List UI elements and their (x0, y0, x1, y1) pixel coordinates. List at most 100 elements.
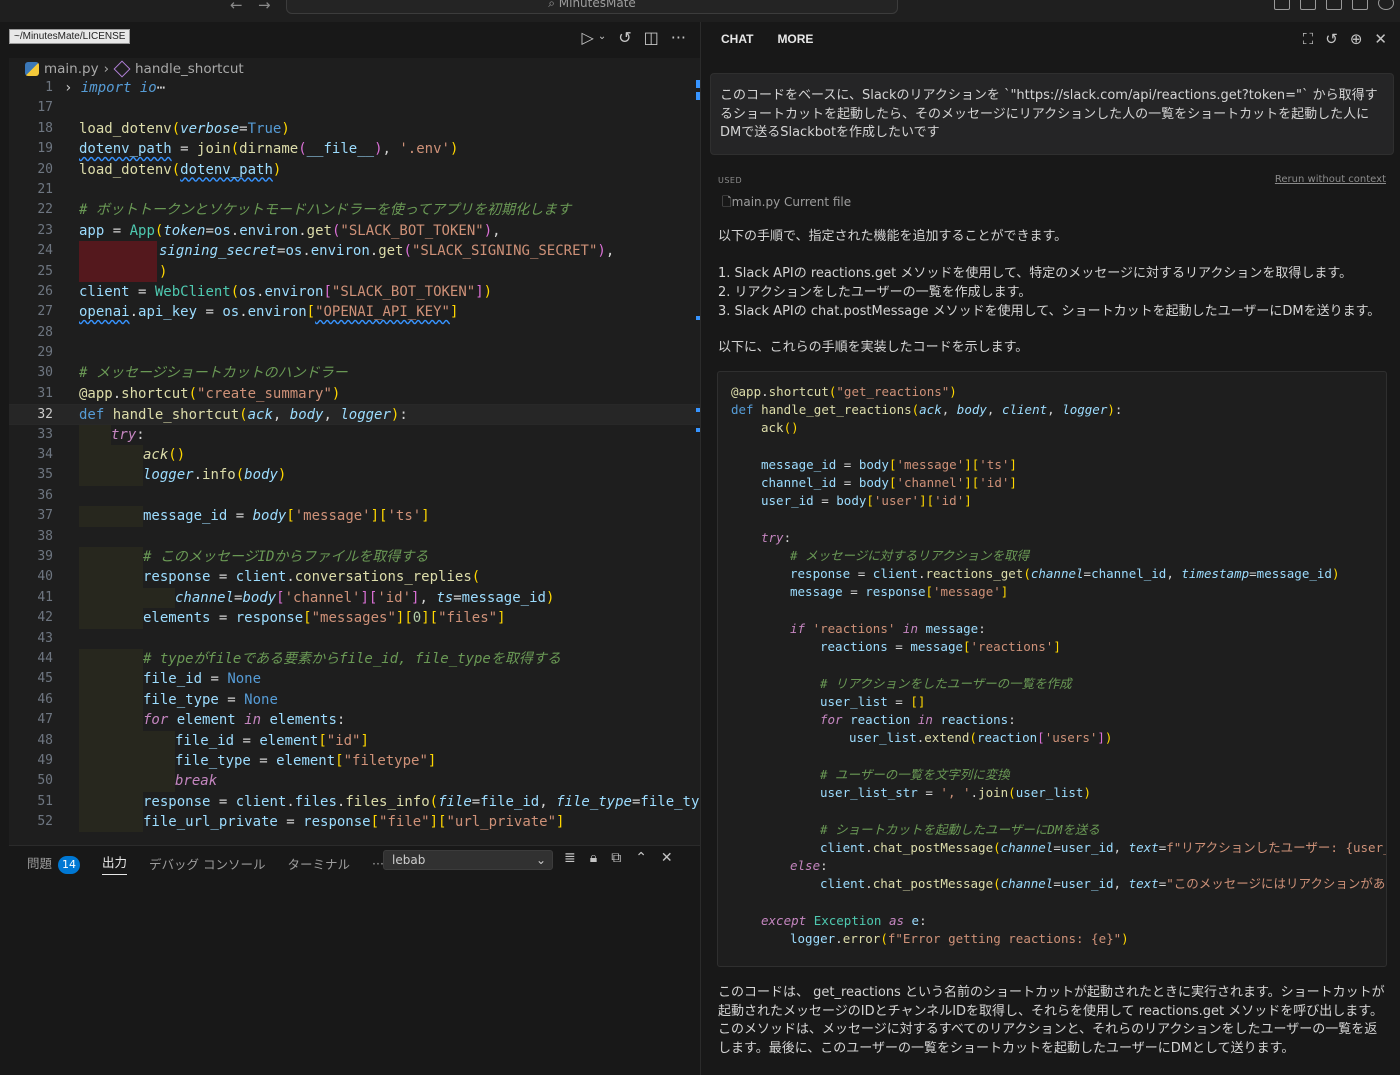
activity-bar (0, 22, 9, 1075)
tab-label: 問題 (27, 856, 53, 871)
line-number: 27 (37, 304, 53, 320)
lock-icon[interactable]: 🔒︎ (590, 850, 597, 866)
copy-icon[interactable]: ⧉ (611, 850, 621, 866)
code-line: client.chat_postMessage(channel=user_id,… (820, 839, 1386, 857)
line-number: 19 (37, 141, 53, 157)
code-line: client.chat_postMessage(channel=user_id,… (820, 876, 1386, 891)
tab-output[interactable]: 出力 (102, 852, 128, 875)
fold-chevron-icon[interactable]: › (64, 80, 72, 96)
settings-gear-icon[interactable] (1378, 0, 1394, 10)
close-panel-icon[interactable]: ✕ (661, 850, 673, 866)
tab-problems[interactable]: 問題 14 (27, 853, 81, 874)
code-line: response = client.reactions_get(channel=… (790, 566, 1340, 581)
window-title: MinutesMate (558, 0, 636, 10)
response-code-block[interactable]: @app.shortcut("get_reactions") def handl… (717, 371, 1387, 967)
new-chat-icon[interactable]: ⊕ (1350, 30, 1363, 48)
toggle-sidebar-icon[interactable] (1274, 0, 1290, 10)
focus-frame-icon[interactable]: ⛶ (1303, 30, 1314, 48)
line-number: 52 (37, 814, 53, 830)
run-icon[interactable]: ▷ (582, 28, 594, 47)
toggle-secondary-sidebar-icon[interactable] (1326, 0, 1342, 10)
code-line: 42 elements = response["messages"][0]["fi… (9, 608, 700, 629)
line-number: 49 (37, 752, 53, 768)
string-literal: "SLACK_SIGNING_SECRET" (411, 243, 598, 260)
code-line: 22 # ボットトークンとソケットモードハンドラーを使ってアプリを初期化します (9, 200, 700, 220)
code-line: try: (761, 530, 792, 545)
code-line: for reaction in reactions: (820, 712, 1016, 727)
code-line: 31 @app.shortcut("create_summary") (9, 384, 700, 404)
history-icon[interactable]: ↺ (1325, 30, 1338, 48)
code-line: user_list_str = ', '.join(user_list) (820, 785, 1091, 800)
code-line: 38 (9, 527, 700, 547)
timeline-icon[interactable]: ↺ (618, 28, 631, 47)
line-number: 23 (37, 222, 53, 238)
maximize-panel-icon[interactable]: ⌃ (635, 850, 647, 866)
code-line: 17 (9, 98, 700, 118)
code-line: reactions = message['reactions'] (820, 639, 1061, 654)
more-actions-icon[interactable]: ··· (671, 28, 686, 47)
forward-arrow-icon[interactable]: → (258, 0, 271, 13)
response-step-1: 1. Slack APIの reactions.get メソッドを使用して、特定… (718, 266, 1353, 281)
breadcrumb: main.py › handle_shortcut (25, 58, 244, 80)
line-number: 28 (37, 324, 53, 340)
response-intro: 以下の手順で、指定された機能を追加することができます。 (718, 229, 1068, 244)
code-line: logger.error(f"Error getting reactions: … (790, 931, 1129, 946)
tab-more[interactable]: MORE (777, 32, 813, 46)
line-number: 20 (37, 161, 53, 177)
code-editor[interactable]: 1 › import io⋯ 17 18 load_dotenv(verbose=T… (9, 78, 700, 833)
chevron-down-icon: ⌄ (535, 853, 546, 867)
toggle-panel-icon[interactable] (1300, 0, 1316, 10)
response-step-3: 3. Slack APIの chat.postMessage メソッドを使用して… (718, 304, 1381, 319)
line-number: 38 (37, 528, 53, 544)
string-literal: '.env' (399, 141, 450, 158)
used-context-file[interactable]: 🗋︎main.py Current file (722, 193, 851, 214)
code-line: 30 # メッセージショートカットのハンドラー (9, 363, 700, 383)
tab-debug-console[interactable]: デバッグ コンソール (149, 854, 265, 873)
string-literal: "filetype" (343, 752, 428, 769)
code-line: 39 # このメッセージIDからファイルを取得する (9, 546, 700, 568)
code-line-current: 32 def handle_shortcut(ack, body, logger)… (9, 404, 700, 425)
tab-chat[interactable]: CHAT (721, 32, 753, 46)
chat-header: CHAT MORE ⛶ ↺ ⊕ ✕ (701, 22, 1400, 58)
code-line: else: (790, 858, 828, 873)
line-number: 43 (37, 630, 53, 646)
close-icon[interactable]: ✕ (1374, 30, 1387, 48)
filter-lines-icon[interactable]: ≣ (564, 850, 576, 866)
code-line: 26 client = WebClient(os.environ["SLACK_B… (9, 282, 700, 302)
command-center[interactable]: ⌕ MinutesMate (286, 0, 898, 14)
line-number: 34 (37, 447, 53, 463)
breadcrumb-file[interactable]: main.py (44, 61, 99, 77)
line-number: 41 (37, 589, 53, 605)
tab-tooltip: ~/MinutesMate/LICENSE (9, 29, 131, 44)
code-line: 40 response = client.conversations_replie… (9, 567, 700, 588)
code-line: user_id = body['user']['id'] (761, 493, 972, 508)
line-number: 40 (37, 569, 53, 585)
line-number: 48 (37, 732, 53, 748)
split-editor-icon[interactable]: ◫ (644, 28, 659, 47)
response-summary: このコードは、 get_reactions という名前のショートカットが起動され… (718, 985, 1385, 1056)
used-context-label: USED (718, 176, 743, 185)
line-number: 24 (37, 243, 53, 259)
string-literal: "get_reactions" (836, 384, 950, 399)
line-number: 50 (37, 773, 53, 789)
back-arrow-icon[interactable]: ← (230, 0, 243, 13)
rerun-without-context-link[interactable]: Rerun without context (1275, 174, 1386, 185)
code-line: 35 logger.info(body) (9, 465, 700, 486)
run-dropdown-icon[interactable]: ⌄ (598, 31, 606, 47)
code-line: 29 (9, 343, 700, 363)
string-literal: 'id' (377, 589, 412, 606)
python-file-icon (25, 62, 39, 76)
output-channel-select[interactable]: lebab ⌄ (383, 850, 553, 870)
code-line: 19 dotenv_path = join(dirname(__file__), … (9, 139, 700, 159)
breadcrumb-symbol[interactable]: handle_shortcut (135, 61, 244, 77)
tab-terminal[interactable]: ターミナル (288, 854, 351, 873)
line-number: 51 (37, 793, 53, 809)
code-line: 37 message_id = body['message']['ts'] (9, 506, 700, 527)
string-literal: "files" (438, 610, 498, 627)
customize-layout-icon[interactable] (1352, 0, 1368, 10)
code-comment: # リアクションをしたユーザーの一覧を作成 (820, 676, 1072, 691)
string-literal: 'message' (294, 508, 371, 525)
code-line: @app.shortcut("get_reactions") (731, 384, 957, 399)
line-number: 18 (37, 120, 53, 136)
output-channel-value: lebab (392, 853, 426, 867)
